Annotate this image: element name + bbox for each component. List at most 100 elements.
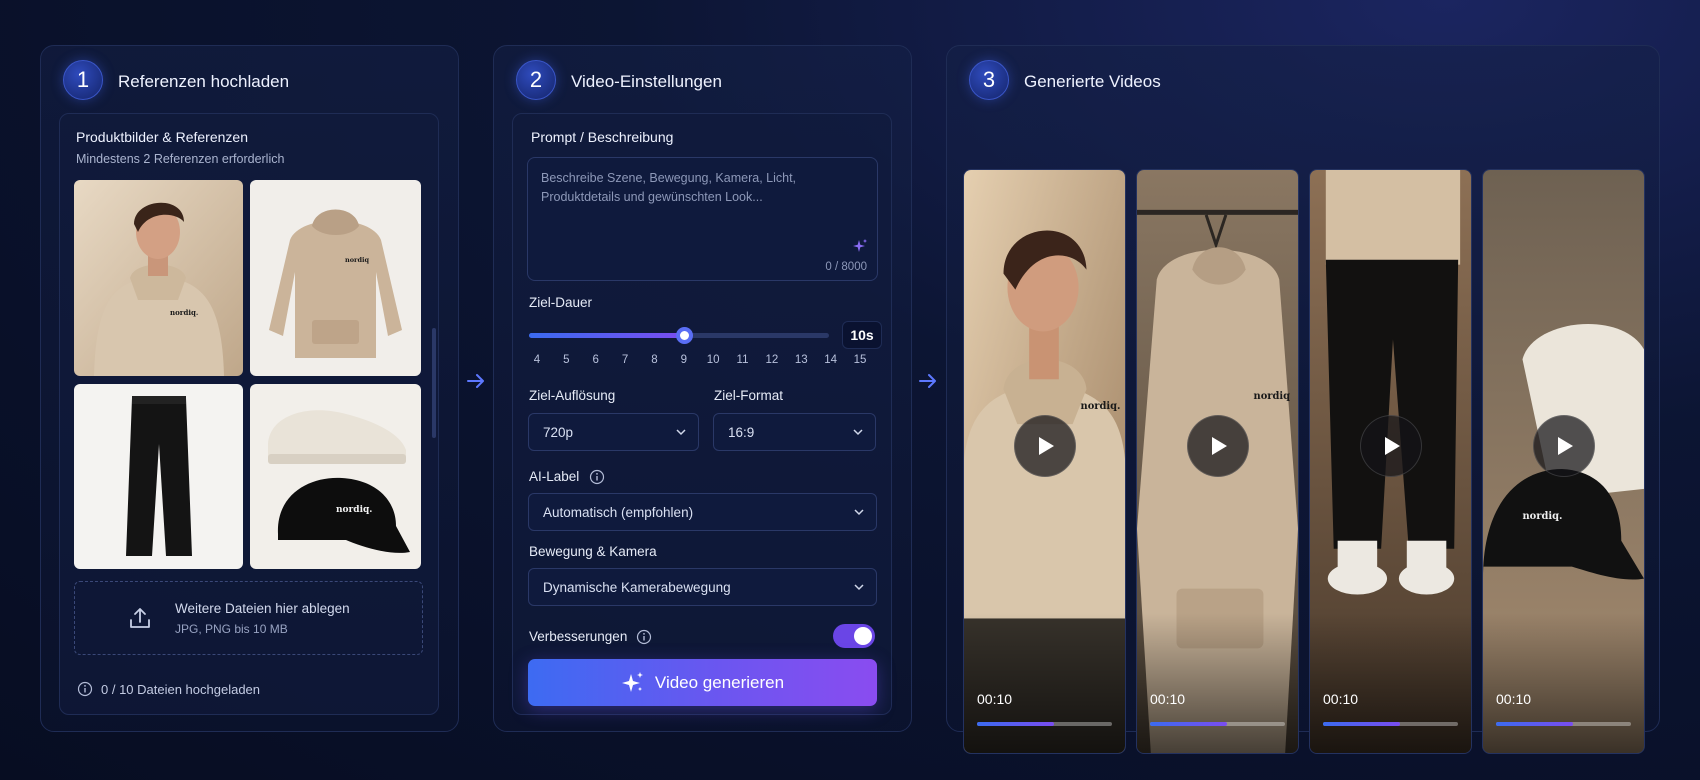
duration-tick: 13 xyxy=(794,354,808,366)
video-progress-fill xyxy=(1150,722,1227,726)
step-badge-2: 2 xyxy=(516,60,556,100)
info-icon xyxy=(77,681,93,697)
play-icon xyxy=(1211,437,1227,455)
settings-panel-title: Video-Einstellungen xyxy=(571,72,722,91)
video-shade xyxy=(964,613,1125,753)
prompt-placeholder: Beschreibe Szene, Bewegung, Kamera, Lich… xyxy=(541,169,796,207)
step-badge-1: 1 xyxy=(63,60,103,100)
video-duration: 00:10 xyxy=(1150,691,1186,707)
format-value: 16:9 xyxy=(728,424,755,440)
play-button[interactable] xyxy=(1359,415,1422,477)
play-button[interactable] xyxy=(1186,415,1249,477)
ai-label-select[interactable]: Automatisch (empfohlen) xyxy=(528,493,877,531)
video-card[interactable]: nordiq. 00:10 xyxy=(963,169,1126,754)
duration-tick: 6 xyxy=(592,354,599,366)
motion-value: Dynamische Kamerabewegung xyxy=(543,579,731,595)
duration-tick: 8 xyxy=(651,354,658,366)
brand-label: nordiq. xyxy=(1081,401,1121,412)
resolution-select[interactable]: 720p xyxy=(528,413,699,451)
chevron-down-icon xyxy=(854,509,864,516)
video-shade xyxy=(1137,613,1298,753)
motion-select[interactable]: Dynamische Kamerabewegung xyxy=(528,568,877,606)
generate-video-button[interactable]: Video generieren xyxy=(528,659,877,706)
step-badge-3: 3 xyxy=(969,60,1009,100)
prompt-label: Prompt / Beschreibung xyxy=(531,129,674,145)
videos-panel: 3 Generierte Videos nordiq. 00:10 nordiq… xyxy=(946,45,1660,754)
upload-icon xyxy=(130,608,150,628)
video-progress-fill xyxy=(977,722,1054,726)
reference-card: Produktbilder & Referenzen Mindestens 2 … xyxy=(59,113,439,715)
motion-label: Bewegung & Kamera xyxy=(529,544,657,559)
format-label: Ziel-Format xyxy=(714,388,784,403)
chevron-down-icon xyxy=(854,584,864,591)
sparkle-icon[interactable] xyxy=(852,238,868,254)
brand-label: nordiq xyxy=(1254,391,1291,402)
settings-panel: 2 Video-Einstellungen Prompt / Beschreib… xyxy=(493,45,912,732)
prompt-placeholder-line-1: Beschreibe Szene, Bewegung, Kamera, Lich… xyxy=(541,171,797,185)
prompt-placeholder-line-2: Produktdetails und gewünschten Look... xyxy=(541,190,763,204)
upload-status: 0 / 10 Dateien hochgeladen xyxy=(101,682,261,697)
duration-value: 10s xyxy=(842,321,882,349)
resolution-label: Ziel-Auflösung xyxy=(529,388,616,403)
duration-slider[interactable] xyxy=(529,327,829,344)
ai-label-value: Automatisch (empfohlen) xyxy=(543,504,694,520)
upload-panel: 1 Referenzen hochladen Produktbilder & R… xyxy=(40,45,459,732)
prompt-textarea[interactable]: Beschreibe Szene, Bewegung, Kamera, Lich… xyxy=(527,157,878,281)
brand-label: nordiq xyxy=(345,256,370,264)
video-shade xyxy=(1483,613,1644,753)
info-icon[interactable] xyxy=(589,469,605,485)
duration-tick: 9 xyxy=(680,354,688,366)
brand-label: nordiq. xyxy=(1523,511,1563,522)
improvements-toggle[interactable] xyxy=(833,624,875,648)
settings-card: Prompt / Beschreibung Beschreibe Szene, … xyxy=(512,113,892,715)
video-duration: 00:10 xyxy=(1496,691,1532,707)
reference-image-sneaker-cap[interactable]: nordiq. xyxy=(250,384,421,569)
char-count: 0 / 8000 xyxy=(825,261,867,273)
video-duration: 00:10 xyxy=(977,691,1013,707)
chevron-down-icon xyxy=(853,429,863,436)
video-card[interactable]: nordiq. 00:10 xyxy=(1482,169,1645,754)
reference-card-subtitle: Mindestens 2 Referenzen erforderlich xyxy=(76,152,285,166)
reference-image-model-hoodie[interactable]: nordiq. xyxy=(74,180,243,376)
arrow-right-icon xyxy=(919,374,936,388)
duration-tick: 12 xyxy=(765,354,779,366)
videos-panel-title: Generierte Videos xyxy=(1024,72,1161,91)
duration-tick: 10 xyxy=(706,354,720,366)
upload-panel-title: Referenzen hochladen xyxy=(118,72,290,91)
duration-tick: 7 xyxy=(621,354,629,366)
reference-image-hoodie[interactable]: nordiq xyxy=(250,180,421,376)
video-progress-fill xyxy=(1323,722,1400,726)
duration-label: Ziel-Dauer xyxy=(529,295,593,310)
video-progress-fill xyxy=(1496,722,1573,726)
play-icon xyxy=(1384,437,1400,455)
video-card[interactable]: 00:10 xyxy=(1309,169,1472,754)
reference-card-title: Produktbilder & Referenzen xyxy=(76,129,248,145)
improvements-label: Verbesserungen xyxy=(529,629,628,644)
dropzone[interactable]: Weitere Dateien hier ablegen JPG, PNG bi… xyxy=(74,581,423,655)
video-card[interactable]: nordiq 00:10 xyxy=(1136,169,1299,754)
play-button[interactable] xyxy=(1013,415,1076,477)
brand-label: nordiq. xyxy=(170,308,198,317)
duration-tick: 14 xyxy=(824,354,838,366)
play-icon xyxy=(1557,437,1573,455)
ai-label-label: AI-Label xyxy=(529,469,580,484)
duration-tick: 11 xyxy=(736,354,749,366)
reference-image-pants[interactable] xyxy=(74,384,243,569)
duration-slider-handle[interactable] xyxy=(675,327,693,344)
chevron-down-icon xyxy=(676,429,686,436)
video-progress[interactable] xyxy=(977,722,1112,726)
duration-tick: 4 xyxy=(533,354,541,366)
info-icon[interactable] xyxy=(636,629,652,645)
brand-label: nordiq. xyxy=(336,505,372,515)
video-progress[interactable] xyxy=(1150,722,1285,726)
scrollbar[interactable] xyxy=(432,328,436,438)
dropzone-hint: JPG, PNG bis 10 MB xyxy=(175,622,288,636)
duration-slider-fill xyxy=(529,333,684,338)
video-progress[interactable] xyxy=(1323,722,1458,726)
resolution-value: 720p xyxy=(543,424,574,440)
play-icon xyxy=(1038,437,1054,455)
video-progress[interactable] xyxy=(1496,722,1631,726)
video-duration: 00:10 xyxy=(1323,691,1359,707)
format-select[interactable]: 16:9 xyxy=(713,413,876,451)
play-button[interactable] xyxy=(1532,415,1595,477)
